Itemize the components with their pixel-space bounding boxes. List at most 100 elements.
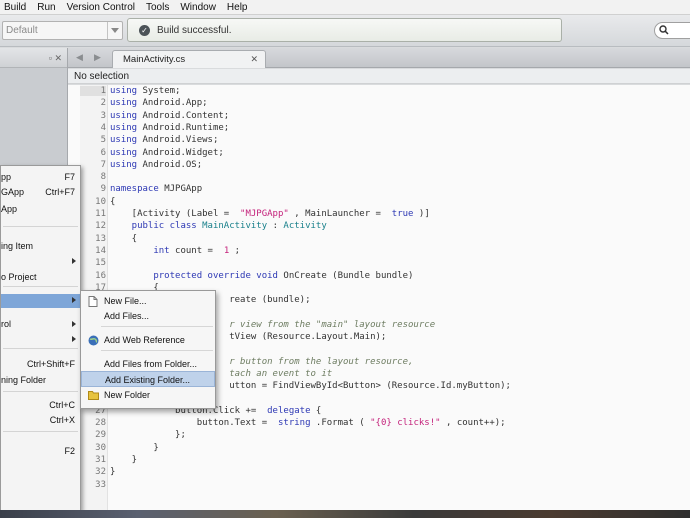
code-token: System; — [142, 86, 181, 96]
context-menu-item[interactable]: ing Item — [1, 240, 80, 254]
code-token: using — [110, 98, 138, 109]
menu-run[interactable]: Run — [37, 2, 55, 13]
configuration-select[interactable]: Default — [2, 21, 123, 40]
submenu-item[interactable]: Add Files from Folder... — [81, 356, 215, 372]
line-number: 4 — [100, 122, 106, 133]
line-number: 10 — [95, 196, 106, 207]
context-menu-item[interactable]: Ctrl+C — [1, 399, 80, 413]
search-input[interactable] — [654, 22, 690, 39]
context-menu-item[interactable]: rol — [1, 318, 80, 332]
code-token: , MainLauncher = — [294, 209, 387, 219]
code-line: 4 using Android.Runtime; — [68, 123, 690, 135]
code-token: public class — [110, 221, 197, 232]
context-menu-item[interactable]: F2 — [1, 445, 80, 459]
line-number: 3 — [100, 110, 106, 121]
menu-item-label: GApp — [1, 187, 25, 197]
code-token: }; — [110, 430, 186, 441]
code-token: using — [110, 110, 138, 121]
menu-help[interactable]: Help — [227, 2, 248, 13]
code-text: namespace MJPGApp — [110, 184, 202, 194]
context-menu-item[interactable] — [1, 294, 80, 308]
search-icon — [659, 25, 669, 35]
submenu-item-label: Add Web Reference — [104, 335, 185, 345]
menu-separator — [101, 350, 213, 351]
context-menu-item[interactable] — [1, 333, 80, 347]
code-token: using — [110, 159, 138, 170]
submenu-item-label: Add Existing Folder... — [105, 375, 191, 385]
code-token: Android.Runtime; — [142, 122, 230, 133]
submenu-item[interactable]: Add Web Reference — [81, 332, 215, 348]
code-token: [Activity (Label = — [110, 209, 235, 219]
code-token: Android.App; — [142, 98, 208, 109]
code-token: using — [110, 135, 138, 146]
menu-window[interactable]: Window — [180, 2, 216, 13]
menu-item-shortcut: Ctrl+C — [49, 400, 75, 410]
menu-item-shortcut: Ctrl+Shift+F — [26, 359, 75, 369]
context-menu-item[interactable]: Ctrl+X — [1, 414, 80, 428]
context-menu-item[interactable]: ning Folder — [1, 374, 80, 388]
context-menu-item[interactable] — [1, 255, 80, 269]
code-token: count = — [175, 245, 219, 256]
code-line: 2 using Android.App; — [68, 98, 690, 110]
code-token: Android.Widget; — [142, 147, 224, 158]
context-menu-item[interactable]: Ctrl+Shift+F — [1, 358, 80, 372]
code-token: int — [110, 245, 170, 256]
line-number: 12 — [95, 221, 106, 232]
code-token: Android.Content; — [142, 110, 230, 121]
close-icon[interactable]: ✕ — [250, 54, 258, 65]
context-menu-item[interactable]: pp F7 — [1, 171, 80, 185]
code-line: 32} — [68, 467, 690, 479]
document-tab-strip: ◀ ▶ MainActivity.cs ✕ — [68, 48, 690, 68]
code-token: 1 — [223, 245, 230, 256]
code-text: using Android.Widget; — [110, 148, 224, 158]
tab-mainactivity[interactable]: MainActivity.cs ✕ — [112, 50, 266, 68]
checkmark-icon: ✓ — [139, 24, 150, 36]
submenu-item[interactable]: Add Existing Folder... — [81, 371, 215, 387]
submenu-item[interactable]: Add Files... — [81, 308, 215, 324]
menu-build[interactable]: Build — [4, 2, 26, 13]
line-number: 28 — [95, 418, 106, 429]
pin-close-icons[interactable]: ▫ ✕ — [49, 53, 62, 64]
menu-version-control[interactable]: Version Control — [67, 2, 135, 13]
context-menu-item[interactable]: GApp Ctrl+F7 — [1, 186, 80, 200]
menu-item-label: ing Item — [1, 241, 34, 251]
code-line: 28 button.Text = string .Format ( "{0} c… — [68, 418, 690, 430]
code-text: } — [110, 467, 115, 477]
submenu-arrow-icon — [72, 258, 76, 264]
code-token: using — [110, 122, 138, 133]
code-line: 13 { — [68, 234, 690, 246]
file-icon — [88, 296, 98, 307]
ide-window: Build Run Version Control Tools Window H… — [0, 0, 690, 518]
submenu-item-label: Add Files from Folder... — [104, 359, 198, 369]
code-token: .Format ( — [315, 418, 365, 429]
tab-forward-icon[interactable]: ▶ — [94, 52, 101, 63]
code-token: , count++); — [446, 418, 506, 429]
submenu-arrow-icon — [72, 297, 76, 303]
code-token: OnCreate (Bundle bundle) — [283, 270, 414, 281]
code-text: { — [110, 197, 115, 207]
submenu-item[interactable]: New Folder — [81, 387, 215, 403]
menu-separator — [3, 391, 78, 392]
submenu-item[interactable]: New File... — [81, 293, 215, 309]
context-menu-item[interactable]: App — [1, 203, 80, 217]
line-number: 14 — [95, 245, 106, 256]
code-line: 9 namespace MJPGApp — [68, 184, 690, 196]
code-text: [Activity (Label = "MJPGApp" , MainLaunc… — [110, 209, 430, 219]
build-status-text: Build successful. — [157, 24, 232, 36]
menu-tools[interactable]: Tools — [146, 2, 169, 13]
code-line: 11 [Activity (Label = "MJPGApp" , MainLa… — [68, 209, 690, 221]
configuration-value: Default — [6, 25, 38, 36]
code-text: using Android.OS; — [110, 160, 202, 170]
menu-separator — [3, 348, 78, 349]
context-menu-item[interactable]: o Project — [1, 271, 80, 285]
menu-item-label: ning Folder — [1, 375, 47, 385]
line-number: 5 — [100, 135, 106, 146]
line-number: 8 — [100, 172, 106, 183]
tab-back-icon[interactable]: ◀ — [76, 52, 83, 63]
line-number: 15 — [95, 258, 106, 269]
code-token: ; — [234, 245, 241, 256]
menu-item-shortcut: F2 — [64, 446, 75, 456]
menu-item-shortcut: Ctrl+X — [49, 415, 75, 425]
code-token: button.Text = — [110, 418, 273, 429]
code-line: 31 } — [68, 455, 690, 467]
